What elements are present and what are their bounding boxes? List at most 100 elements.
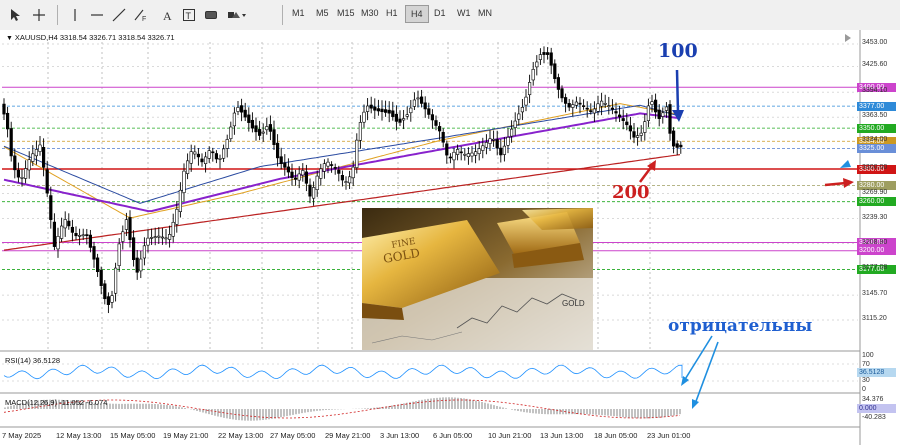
candle-body bbox=[491, 138, 496, 141]
candle-body bbox=[211, 151, 215, 154]
candle-body bbox=[153, 236, 157, 238]
time-axis-label: 3 Jun 13:00 bbox=[380, 431, 420, 440]
candle-body bbox=[311, 187, 316, 199]
chart-toolbar: F A T M1 M5 M15 M30 H1 H4 D1 W1 MN bbox=[0, 0, 900, 31]
candle-body bbox=[391, 110, 395, 117]
level-label-3260-00: 3260.00 bbox=[857, 197, 896, 207]
candle-body bbox=[304, 171, 309, 184]
rsi-scale-30: 30 bbox=[862, 377, 870, 384]
candle-body bbox=[240, 105, 244, 113]
trend-line-icon[interactable] bbox=[108, 5, 130, 25]
shapes-icon[interactable] bbox=[226, 5, 248, 25]
candle-body bbox=[653, 99, 658, 113]
rsi-current-value: 36.5128 bbox=[857, 368, 896, 377]
price-scale-tick: 3208.80 bbox=[862, 238, 888, 246]
annotation-negative: отрицательны bbox=[668, 316, 813, 336]
candle-body bbox=[168, 234, 172, 240]
candle-body bbox=[344, 181, 348, 183]
cursor-icon[interactable] bbox=[4, 5, 26, 25]
svg-text:F: F bbox=[142, 16, 146, 22]
candle-body bbox=[373, 106, 377, 111]
candle-body bbox=[509, 128, 514, 137]
candle-body bbox=[578, 102, 582, 105]
candle-body bbox=[405, 114, 409, 117]
price-scale-tick: 3115.20 bbox=[862, 315, 887, 322]
tf-w1[interactable]: W1 bbox=[457, 8, 471, 18]
candle-body bbox=[495, 139, 499, 149]
candle-body bbox=[524, 96, 528, 106]
candle-body bbox=[632, 131, 636, 138]
candle-body bbox=[85, 234, 89, 236]
candle-body bbox=[171, 221, 175, 237]
tf-m1[interactable]: M1 bbox=[292, 8, 305, 18]
label-icon[interactable]: T bbox=[178, 5, 200, 25]
time-axis-label: 22 May 13:00 bbox=[218, 431, 264, 440]
candle-body bbox=[437, 126, 442, 132]
candle-body bbox=[128, 217, 132, 240]
candle-body bbox=[553, 63, 557, 79]
candle-body bbox=[362, 111, 366, 123]
candle-body bbox=[272, 129, 276, 145]
candle-body bbox=[135, 257, 139, 273]
price-scale-tick: 3363.50 bbox=[862, 112, 888, 120]
tf-mn[interactable]: MN bbox=[478, 8, 492, 18]
candle-body bbox=[297, 173, 301, 181]
candle-body bbox=[189, 151, 193, 164]
candle-body bbox=[20, 177, 24, 179]
candle-body bbox=[218, 157, 222, 160]
price-scale-tick: 3239.30 bbox=[862, 213, 888, 221]
tf-h1[interactable]: H1 bbox=[386, 8, 398, 18]
time-axis-label: 6 Jun 05:00 bbox=[433, 431, 473, 440]
vertical-line-icon[interactable] bbox=[64, 5, 86, 25]
candle-body bbox=[549, 52, 553, 66]
candle-body bbox=[427, 108, 431, 115]
candle-body bbox=[635, 135, 640, 138]
candle-body bbox=[96, 257, 100, 273]
candle-body bbox=[99, 269, 103, 286]
price-scale-tick: 3177.08 bbox=[862, 264, 888, 272]
svg-text:GOLD: GOLD bbox=[562, 299, 585, 308]
rsi-scale-0: 0 bbox=[862, 386, 866, 393]
candle-body bbox=[286, 166, 291, 173]
tf-m5[interactable]: M5 bbox=[316, 8, 329, 18]
candle-body bbox=[560, 88, 564, 99]
candle-body bbox=[139, 258, 143, 272]
macd-label: MACD(12,26,9) -11.052 -6.074 bbox=[5, 398, 108, 407]
candle-body bbox=[92, 246, 96, 260]
fibonacci-icon[interactable]: F bbox=[130, 5, 152, 25]
candle-body bbox=[351, 166, 355, 179]
tf-m30[interactable]: M30 bbox=[361, 8, 379, 18]
tf-m15[interactable]: M15 bbox=[337, 8, 355, 18]
candle-body bbox=[671, 130, 676, 147]
horizontal-line-icon[interactable] bbox=[86, 5, 108, 25]
candle-body bbox=[596, 103, 600, 112]
tf-h4[interactable]: H4 bbox=[405, 5, 429, 23]
candle-body bbox=[358, 122, 363, 141]
candle-body bbox=[614, 111, 618, 114]
candle-body bbox=[6, 112, 10, 130]
crosshair-icon[interactable] bbox=[28, 5, 50, 25]
candle-body bbox=[434, 120, 438, 126]
candle-body bbox=[74, 233, 78, 237]
candle-body bbox=[664, 106, 668, 111]
candle-body bbox=[63, 219, 67, 229]
candle-body bbox=[383, 109, 388, 113]
candle-body bbox=[668, 104, 672, 134]
candle-body bbox=[243, 109, 247, 118]
rsi-label: RSI(14) 36.5128 bbox=[5, 356, 61, 365]
rectangle-icon[interactable] bbox=[200, 5, 222, 25]
candle-body bbox=[473, 151, 478, 156]
tf-d1[interactable]: D1 bbox=[434, 8, 446, 18]
candle-body bbox=[56, 236, 60, 250]
candle-body bbox=[9, 128, 13, 157]
candle-body bbox=[625, 121, 629, 126]
macd-scale-high: 34.376 bbox=[862, 396, 884, 403]
candle-body bbox=[459, 151, 463, 154]
text-icon[interactable]: A bbox=[156, 5, 178, 25]
macd-zero-value: 0.000 bbox=[857, 404, 896, 413]
candle-body bbox=[506, 137, 510, 146]
candle-body bbox=[567, 103, 571, 108]
candle-body bbox=[45, 169, 49, 194]
chart-menu-icon[interactable]: ▼ bbox=[6, 35, 15, 42]
candle-body bbox=[225, 139, 229, 149]
